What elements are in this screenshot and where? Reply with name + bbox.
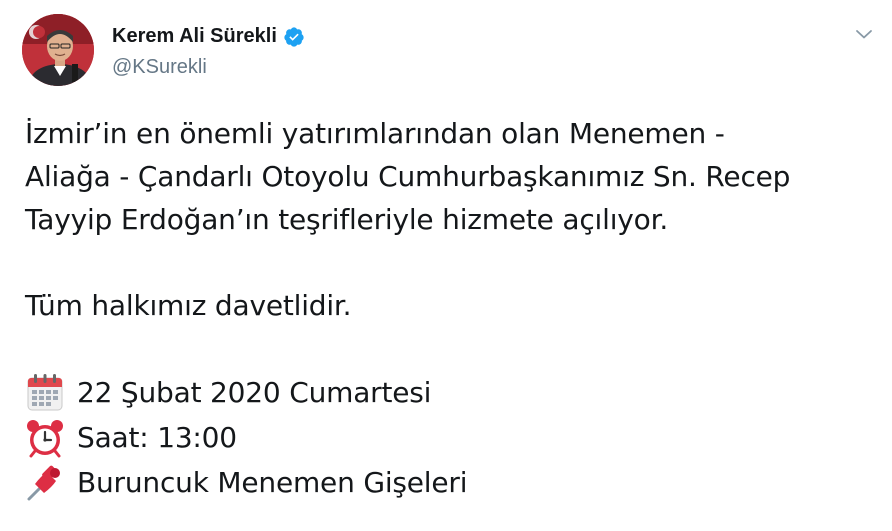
verified-badge-icon: [283, 26, 305, 48]
date-line: 22 Şubat 2020 Cumartesi: [25, 370, 875, 415]
tweet-text-line: Tayyip Erdoğan’ın teşrifleriyle hizmete …: [25, 203, 669, 236]
pushpin-icon: [25, 463, 65, 503]
invitation-line: Tüm halkımız davetlidir.: [25, 289, 352, 322]
avatar[interactable]: [22, 14, 94, 86]
location-line: Buruncuk Menemen Gişeleri: [25, 460, 875, 505]
tweet-text: İzmir’in en önemli yatırımlarından olan …: [25, 112, 875, 505]
date-text: 22 Şubat 2020 Cumartesi: [77, 376, 432, 409]
author-handle[interactable]: @KSurekli: [112, 56, 207, 79]
chevron-down-icon: [856, 30, 872, 39]
author-name-text: Kerem Ali Sürekli: [112, 25, 277, 47]
author-name[interactable]: Kerem Ali Sürekli: [112, 25, 305, 48]
location-text: Buruncuk Menemen Gişeleri: [77, 466, 468, 499]
tweet-menu-button[interactable]: [852, 22, 876, 46]
time-text: Saat: 13:00: [77, 421, 237, 454]
calendar-icon: [25, 373, 65, 413]
tweet-text-line: İzmir’in en önemli yatırımlarından olan …: [25, 117, 725, 150]
tweet-text-line: Aliağa - Çandarlı Otoyolu Cumhurbaşkanım…: [25, 160, 791, 193]
alarm-clock-icon: [25, 418, 65, 458]
time-line: Saat: 13:00: [25, 415, 875, 460]
tweet-card: Kerem Ali Sürekli @KSurekli İzmir’in en …: [0, 0, 892, 531]
